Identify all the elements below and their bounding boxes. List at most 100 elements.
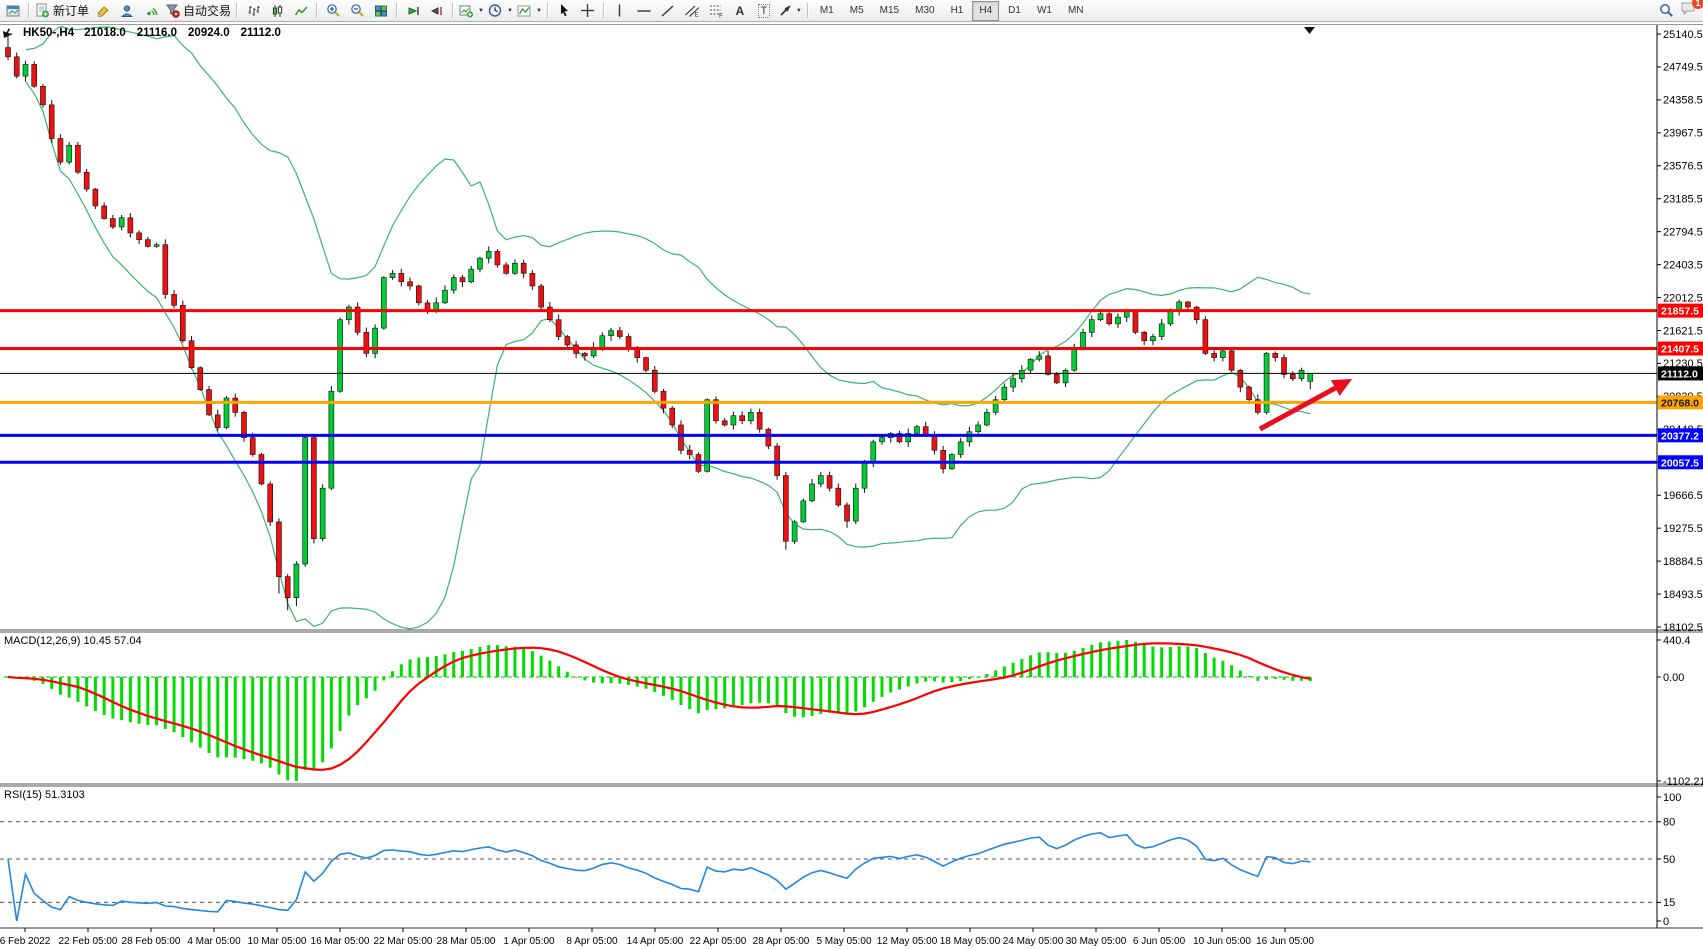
macd-bar (207, 677, 211, 753)
search-icon[interactable] (1659, 3, 1674, 18)
timeframe-button-H4[interactable]: H4 (972, 0, 1000, 21)
candle-body (450, 277, 457, 291)
cursor-tool-button[interactable] (552, 1, 576, 21)
notification-badge: 1 (1692, 0, 1703, 9)
bar-chart-mode-button[interactable] (241, 1, 265, 21)
price-badge-21407.5: 21407.5 (1658, 341, 1703, 356)
macd-bar (321, 677, 325, 763)
candle-body (92, 188, 99, 207)
svg-text:E: E (694, 13, 698, 19)
macd-bar (897, 677, 901, 690)
text-tool[interactable]: A (728, 1, 752, 21)
candle-body (276, 521, 282, 577)
timeframe-button-M30[interactable]: M30 (908, 1, 941, 21)
zoom-out-icon (350, 4, 364, 17)
text-label-tool[interactable]: T (752, 1, 776, 21)
candle-body (249, 437, 256, 455)
signal-button[interactable] (139, 1, 163, 21)
macd-bar (915, 677, 919, 684)
timeframe-button-M15[interactable]: M15 (873, 1, 906, 21)
candle-body (783, 475, 789, 542)
macd-bar (819, 677, 823, 714)
macd-bar (828, 677, 832, 713)
candle-body (293, 563, 300, 599)
macd-bar (513, 646, 517, 677)
zoom-in-button[interactable] (321, 1, 345, 21)
candle-body (1289, 374, 1296, 379)
candle-body (520, 262, 527, 274)
channel-tool[interactable]: E (680, 1, 704, 21)
indicators-dropdown[interactable]: ▼ (515, 1, 544, 21)
time-axis-label: 18 May 05:00 (940, 936, 1001, 947)
candle-body (844, 504, 850, 522)
time-axis-label: 30 May 05:00 (1066, 936, 1127, 947)
arrows-dropdown[interactable]: ▼ (776, 1, 804, 21)
fibonacci-tool[interactable]: F (704, 1, 728, 21)
candle-body (153, 244, 160, 247)
chart-canvas[interactable]: 25140.5 24749.5 24358.5 23967.5 23576.5 23185… (0, 0, 1703, 949)
auto-scroll-button[interactable] (401, 1, 425, 21)
macd-bar (1247, 675, 1251, 677)
chart-shift-button[interactable] (425, 1, 449, 21)
styles-button[interactable] (91, 1, 115, 21)
macd-bar (268, 677, 272, 768)
macd-bar (1291, 677, 1295, 681)
zoom-out-button[interactable] (345, 1, 369, 21)
candle-body (66, 144, 72, 163)
time-axis-label: 16 Jun 05:00 (1256, 936, 1314, 947)
trendline-tool[interactable] (656, 1, 680, 21)
macd-bar (731, 677, 735, 707)
candlestick-mode-button[interactable] (265, 1, 289, 21)
new-order-button[interactable]: 新订单 (33, 1, 91, 21)
macd-bar (382, 677, 386, 681)
auto-trading-button[interactable]: 自动交易 (163, 1, 233, 21)
candle-body (110, 218, 116, 228)
candle-body (267, 483, 274, 523)
candle-body (582, 353, 588, 357)
candle-body (634, 348, 641, 358)
macd-bar (1064, 652, 1068, 677)
chevron-down-icon: ▼ (535, 7, 542, 14)
new-chart-dropdown[interactable]: ▼ (457, 1, 486, 21)
price-axis-label: 18102.5 (1663, 622, 1703, 634)
candle-body (1211, 353, 1217, 358)
time-axis-label: 28 Mar 05:00 (437, 936, 496, 947)
horizontal-line-tool[interactable] (632, 1, 656, 21)
trendline-icon (661, 4, 674, 17)
candle-body (809, 483, 815, 502)
chart-window-button[interactable] (1, 1, 25, 21)
timeframe-button-D1[interactable]: D1 (1001, 1, 1028, 21)
macd-bar (58, 677, 62, 695)
timeframe-button-H1[interactable]: H1 (944, 1, 971, 21)
time-axis-label: 12 May 05:00 (877, 936, 938, 947)
price-axis-label: 25140.5 (1663, 29, 1703, 41)
macd-bar (609, 677, 613, 684)
line-chart-mode-button[interactable] (289, 1, 313, 21)
vertical-line-tool[interactable] (608, 1, 632, 21)
timeframe-button-MN[interactable]: MN (1061, 1, 1091, 21)
price-badge-label: 20057.5 (1661, 457, 1699, 469)
timeframe-button-M5[interactable]: M5 (843, 1, 871, 21)
candle-body (83, 171, 90, 190)
tile-windows-button[interactable] (369, 1, 393, 21)
timeframe-button-M1[interactable]: M1 (813, 1, 841, 21)
candle-body (127, 217, 134, 234)
candle-body (162, 244, 169, 295)
notifications-button[interactable]: 1 (1680, 0, 1703, 21)
profile-button[interactable] (115, 1, 139, 21)
macd-bar (1151, 646, 1155, 677)
macd-bar (1099, 642, 1102, 677)
svg-text:F: F (719, 13, 723, 19)
periods-dropdown[interactable]: ▼ (486, 1, 515, 21)
macd-bar (1282, 677, 1286, 680)
candle-body (686, 449, 693, 455)
candle-body (861, 462, 868, 489)
price-axis-label: 22012.5 (1663, 292, 1703, 304)
candle-body (75, 144, 81, 173)
timeframe-toolbar: M1 M5 M15 M30 H1 H4 D1 W1 MN (812, 0, 1092, 21)
timeframe-button-W1[interactable]: W1 (1030, 1, 1059, 21)
candle-body (40, 85, 46, 106)
crosshair-tool-button[interactable] (576, 1, 600, 21)
macd-bar (198, 677, 202, 748)
candle-body (48, 104, 55, 139)
